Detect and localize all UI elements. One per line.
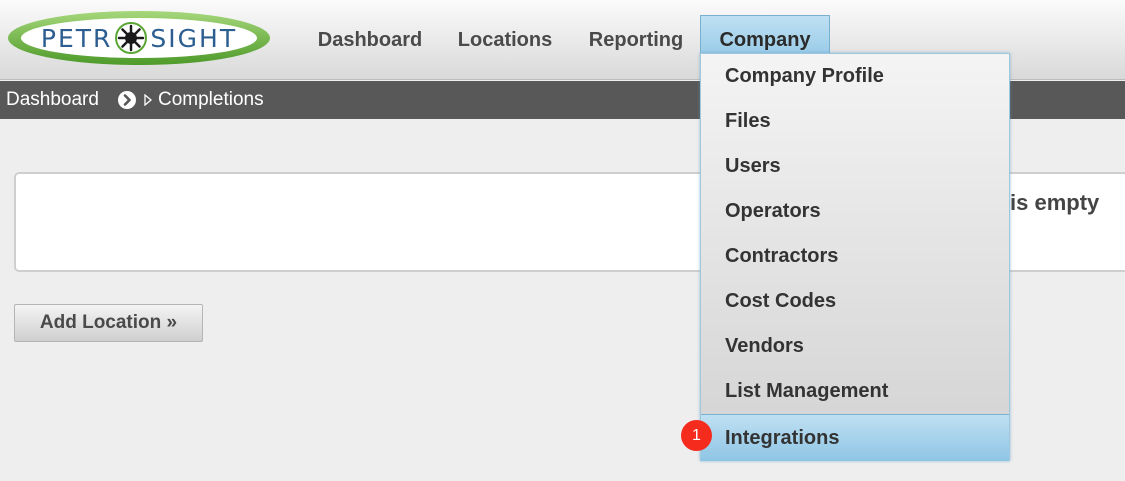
breadcrumb-current: Completions (158, 89, 264, 110)
nav-locations[interactable]: Locations (447, 15, 563, 65)
menu-item-list-management[interactable]: List Management (701, 369, 1009, 414)
petrosight-logo[interactable]: PETR SIGHT (6, 9, 272, 67)
menu-item-files[interactable]: Files (701, 99, 1009, 144)
chevron-circle-right-icon (118, 91, 136, 109)
menu-item-vendors[interactable]: Vendors (701, 324, 1009, 369)
add-location-button[interactable]: Add Location » (14, 304, 203, 342)
company-dropdown-menu: Company Profile Files Users Operators Co… (700, 53, 1010, 461)
menu-item-users[interactable]: Users (701, 144, 1009, 189)
logo-star-icon (115, 22, 148, 54)
empty-message: is empty (1010, 190, 1100, 215)
triangle-right-icon (144, 94, 152, 106)
nav-reporting[interactable]: Reporting (578, 15, 694, 65)
notification-badge: 1 (681, 420, 712, 451)
menu-item-company-profile[interactable]: Company Profile (701, 54, 1009, 99)
menu-item-integrations[interactable]: Integrations (701, 414, 1009, 461)
menu-item-cost-codes[interactable]: Cost Codes (701, 279, 1009, 324)
breadcrumb-dashboard-link[interactable]: Dashboard (6, 89, 99, 111)
menu-item-contractors[interactable]: Contractors (701, 234, 1009, 279)
logo-text-right: SIGHT (150, 23, 238, 53)
menu-item-operators[interactable]: Operators (701, 189, 1009, 234)
logo-text-left: PETR (40, 23, 113, 53)
nav-dashboard[interactable]: Dashboard (308, 15, 432, 65)
